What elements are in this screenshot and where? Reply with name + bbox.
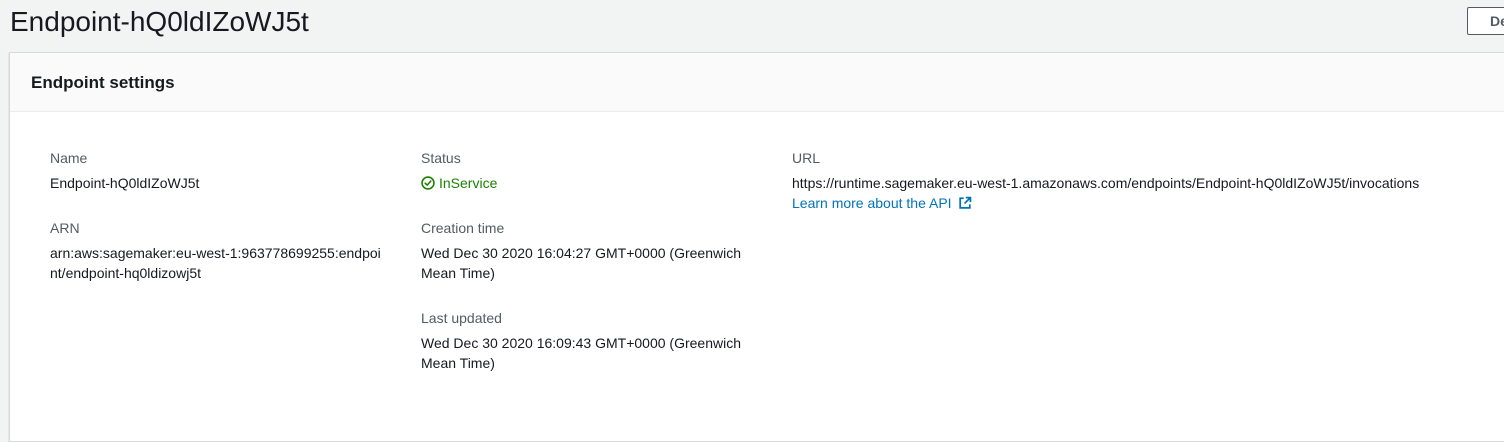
url-label: URL	[792, 150, 821, 166]
last-updated-value: Wed Dec 30 2020 16:09:43 GMT+0000 (Green…	[421, 335, 741, 371]
arn-label: ARN	[50, 220, 80, 236]
url-value: https://runtime.sagemaker.eu-west-1.amaz…	[792, 175, 1420, 191]
panel-header: Endpoint settings	[10, 53, 1504, 112]
last-updated-label: Last updated	[421, 310, 502, 326]
learn-more-api-link-text[interactable]: Learn more about the API	[792, 193, 952, 213]
arn-value: arn:aws:sagemaker:eu-west-1:963778699255…	[50, 245, 381, 281]
creation-time-value: Wed Dec 30 2020 16:04:27 GMT+0000 (Green…	[421, 245, 741, 281]
name-label: Name	[50, 150, 88, 166]
status-label: Status	[421, 150, 461, 166]
status-value: InService	[439, 175, 498, 191]
check-circle-icon	[421, 176, 435, 190]
learn-more-api-link[interactable]: Learn more about the API	[792, 193, 972, 213]
page-title: Endpoint-hQ0ldIZoWJ5t	[10, 6, 309, 37]
delete-button[interactable]: Delete	[1467, 7, 1504, 35]
page-header: Endpoint-hQ0ldIZoWJ5t Delete	[0, 0, 1504, 44]
external-link-icon	[958, 196, 971, 209]
status-indicator: InService	[421, 173, 497, 193]
name-value: Endpoint-hQ0ldIZoWJ5t	[50, 175, 200, 191]
endpoint-settings-panel: Endpoint settings Name Endpoint-hQ0ldIZo…	[9, 52, 1504, 442]
panel-title: Endpoint settings	[31, 73, 175, 92]
creation-time-label: Creation time	[421, 220, 505, 236]
